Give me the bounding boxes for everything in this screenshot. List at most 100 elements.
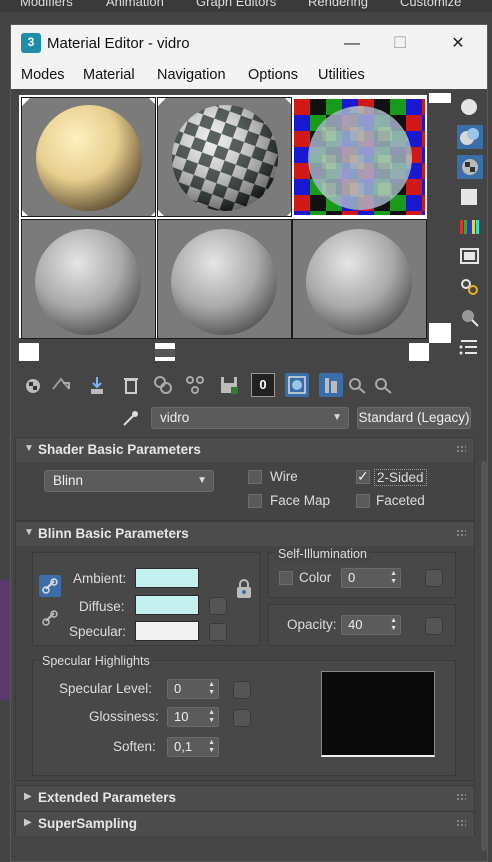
spinner-arrows-icon[interactable]: ▲ ▼ xyxy=(390,570,397,586)
rollout-scrollbar[interactable] xyxy=(481,461,487,851)
self-illum-value: 0 xyxy=(348,570,356,585)
save-material-icon[interactable] xyxy=(217,373,241,397)
go-to-parent-icon[interactable] xyxy=(345,373,369,397)
self-illum-spinner[interactable]: 0 ▲ ▼ xyxy=(341,568,401,588)
eyedropper-icon[interactable] xyxy=(119,407,141,429)
drag-grip-icon[interactable] xyxy=(456,793,466,801)
make-unique-icon[interactable] xyxy=(151,373,175,397)
spinner-arrows-icon[interactable]: ▲ ▼ xyxy=(208,681,215,697)
face-map-checkbox[interactable] xyxy=(248,494,262,508)
collapse-triangle-icon: ▼ xyxy=(24,527,34,538)
soften-value: 0,1 xyxy=(174,739,193,754)
lock-map-button[interactable] xyxy=(235,579,253,599)
specular-level-map-button[interactable] xyxy=(233,681,251,699)
link-icon xyxy=(42,578,58,594)
specular-level-spinner[interactable]: 0 ▲ ▼ xyxy=(167,679,219,699)
background-checker-icon[interactable] xyxy=(457,155,483,179)
put-material-to-scene-icon[interactable] xyxy=(49,373,73,397)
opacity-spinner[interactable]: 40 ▲ ▼ xyxy=(341,615,401,635)
faceted-label: Faceted xyxy=(376,493,425,508)
menu-material[interactable]: Material xyxy=(83,67,135,83)
self-illum-map-button[interactable] xyxy=(425,569,443,587)
select-by-material-icon[interactable] xyxy=(457,305,483,329)
slots-scroll-vertical-end[interactable] xyxy=(429,323,451,343)
menu-navigation[interactable]: Navigation xyxy=(157,67,226,83)
drag-grip-icon[interactable] xyxy=(456,529,466,537)
faceted-checkbox[interactable] xyxy=(356,494,370,508)
outer-menu-graph-editors[interactable]: Graph Editors xyxy=(196,0,276,9)
video-color-check-icon[interactable] xyxy=(457,215,483,239)
material-id-channel-button[interactable]: 0 xyxy=(251,373,275,397)
sample-slot-6[interactable] xyxy=(292,219,427,339)
slots-scroll-right[interactable] xyxy=(409,343,429,361)
slots-scroll-left[interactable] xyxy=(19,343,39,361)
menu-modes[interactable]: Modes xyxy=(21,67,65,83)
sample-slots xyxy=(19,95,427,339)
opacity-map-button[interactable] xyxy=(425,617,443,635)
maximize-button[interactable]: ☐ xyxy=(377,25,423,63)
slots-scroll-thumb[interactable] xyxy=(155,343,175,361)
extended-parameters-title: Extended Parameters xyxy=(38,790,177,805)
material-editor-window: 3 Material Editor - vidro — ☐ ✕ Modes Ma… xyxy=(10,24,488,862)
specular-level-value: 0 xyxy=(174,681,182,696)
glossiness-map-button[interactable] xyxy=(233,709,251,727)
material-name-field[interactable]: vidro ▼ xyxy=(151,407,349,429)
go-forward-to-sibling-icon[interactable] xyxy=(371,373,395,397)
material-map-navigator-icon[interactable] xyxy=(457,335,483,359)
minimize-button[interactable]: — xyxy=(329,25,375,63)
material-type-button[interactable]: Standard (Legacy) xyxy=(357,407,471,429)
options-icon[interactable] xyxy=(457,275,483,299)
spinner-arrows-icon[interactable]: ▲ ▼ xyxy=(390,617,397,633)
blinn-basic-header[interactable]: ▼ Blinn Basic Parameters xyxy=(16,522,474,546)
outer-menu-modifiers[interactable]: Modifiers xyxy=(20,0,73,9)
get-material-icon[interactable] xyxy=(21,373,45,397)
sample-slot-2[interactable] xyxy=(157,97,292,217)
diffuse-map-button[interactable] xyxy=(209,597,227,615)
reset-map-icon[interactable] xyxy=(119,373,143,397)
face-map-label: Face Map xyxy=(270,493,331,508)
put-to-library-icon[interactable] xyxy=(183,373,207,397)
wire-checkbox[interactable] xyxy=(248,470,262,484)
close-button[interactable]: ✕ xyxy=(435,25,481,63)
sample-slot-5[interactable] xyxy=(157,219,292,339)
extended-parameters-header[interactable]: ▶ Extended Parameters xyxy=(16,786,474,810)
show-end-result-icon[interactable] xyxy=(319,373,343,397)
two-sided-checkbox[interactable] xyxy=(356,468,370,485)
drag-grip-icon[interactable] xyxy=(456,445,466,453)
expand-triangle-icon: ▶ xyxy=(24,791,32,802)
assign-to-selection-icon[interactable] xyxy=(85,373,109,397)
sample-slot-1[interactable] xyxy=(21,97,156,217)
supersampling-header[interactable]: ▶ SuperSampling xyxy=(16,812,474,836)
outer-menu-animation[interactable]: Animation xyxy=(106,0,164,9)
opacity-label: Opacity: xyxy=(287,617,337,632)
lock-ambient-diffuse-button[interactable] xyxy=(39,575,61,597)
spinner-arrows-icon[interactable]: ▲ ▼ xyxy=(208,709,215,725)
sample-slot-4[interactable] xyxy=(21,219,156,339)
outer-menu-rendering[interactable]: Rendering xyxy=(308,0,368,9)
sample-uv-tiling-icon[interactable] xyxy=(457,185,483,209)
lock-diffuse-specular-button[interactable] xyxy=(39,607,61,629)
specular-label: Specular: xyxy=(69,624,127,639)
drag-grip-icon[interactable] xyxy=(456,819,466,827)
sample-type-sphere-icon[interactable] xyxy=(457,95,483,119)
slots-scroll-vertical-bar[interactable] xyxy=(429,93,451,103)
backlight-icon[interactable] xyxy=(457,125,483,149)
specular-color-swatch[interactable] xyxy=(135,621,199,641)
soften-label: Soften: xyxy=(113,739,156,754)
specular-map-button[interactable] xyxy=(209,623,227,641)
shader-type-dropdown[interactable]: Blinn ▼ xyxy=(44,470,214,492)
shader-basic-header[interactable]: ▼ Shader Basic Parameters xyxy=(16,438,474,462)
outer-menu-customize[interactable]: Customize xyxy=(400,0,461,9)
sample-slot-3[interactable] xyxy=(292,97,427,217)
glossiness-spinner[interactable]: 10 ▲ ▼ xyxy=(167,707,219,727)
make-preview-icon[interactable] xyxy=(457,245,483,269)
soften-spinner[interactable]: 0,1 ▲ ▼ xyxy=(167,737,219,757)
self-illum-color-checkbox[interactable] xyxy=(279,571,293,585)
show-shaded-material-icon[interactable] xyxy=(285,373,309,397)
diffuse-color-swatch[interactable] xyxy=(135,595,199,615)
ambient-color-swatch[interactable] xyxy=(135,568,199,588)
menu-utilities[interactable]: Utilities xyxy=(318,67,365,83)
menu-options[interactable]: Options xyxy=(248,67,298,83)
spinner-arrows-icon[interactable]: ▲ ▼ xyxy=(208,739,215,755)
window-title: Material Editor - vidro xyxy=(47,35,190,52)
